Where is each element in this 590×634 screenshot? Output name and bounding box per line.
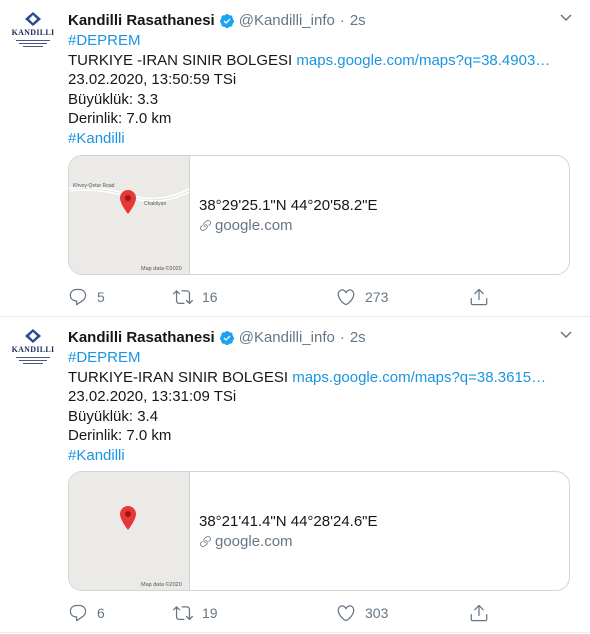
verified-badge-icon [219,330,234,345]
avatar-logo-subtext [16,355,50,366]
chevron-down-icon[interactable] [560,331,572,339]
quake-depth: Derinlik: 7.0 km [68,110,172,127]
like-count: 273 [365,289,389,305]
link-card[interactable]: Khvoy-Qotur Road Chaldiyan Map data ©202… [68,155,570,275]
map-thumbnail[interactable]: Map data ©2020 [69,472,190,590]
avatar-logo-subtext [16,38,50,49]
separator-dot: · [339,329,345,346]
hashtag-kandilli[interactable]: #Kandilli [68,447,125,464]
map-url-link[interactable]: maps.google.com/maps?q=38.3615… [292,369,546,386]
reply-icon [69,288,87,306]
map-pin-icon [120,190,136,214]
region-text: TURKIYE -IRAN SINIR BOLGESI [68,51,293,69]
link-card[interactable]: Map data ©2020 38°21'41.4"N 44°28'24.6"E… [68,471,570,591]
retweet-icon [173,290,193,305]
map-thumbnail[interactable]: Khvoy-Qotur Road Chaldiyan Map data ©202… [69,156,190,274]
hashtag-kandilli[interactable]: #Kandilli [68,130,125,147]
link-icon [200,535,211,547]
map-data-credit: Map data ©2020 [141,582,182,588]
quake-magnitude: Büyüklük: 3.3 [68,90,159,108]
author-handle[interactable]: @Kandilli_info [239,329,335,346]
card-domain-text: google.com [215,216,293,234]
avatar[interactable]: KANDILLI [11,12,55,64]
share-button[interactable] [469,287,498,307]
reply-count: 6 [97,605,105,621]
map-place-label: Chaldiyan [144,201,167,207]
quake-datetime: 23.02.2020, 13:31:09 TSi [68,388,237,405]
tweet-actions: 5 16 273 [68,287,508,307]
retweet-icon [173,606,193,621]
link-icon [200,219,211,231]
map-data-credit: Map data ©2020 [141,266,182,272]
reply-button[interactable]: 5 [68,287,105,307]
share-icon [470,288,488,306]
tweet-header: Kandilli Rasathanesi @Kandilli_info · 2s [68,327,572,348]
reply-count: 5 [97,289,105,305]
reply-button[interactable]: 6 [68,603,105,623]
like-icon [337,605,355,622]
author-name[interactable]: Kandilli Rasathanesi [68,12,215,29]
separator-dot: · [339,12,345,29]
author-handle[interactable]: @Kandilli_info [239,12,335,29]
map-roads [69,186,189,202]
tweet-header: Kandilli Rasathanesi @Kandilli_info · 2s [68,10,572,31]
verified-badge-icon [219,13,234,28]
reply-icon [69,604,87,622]
tweet-actions: 6 19 303 [68,603,508,623]
quake-depth: Derinlik: 7.0 km [68,427,172,444]
retweet-count: 19 [202,605,218,621]
avatar-logo-text: KANDILLI [11,28,55,37]
kandilli-logo-icon [25,329,41,343]
avatar-logo-text: KANDILLI [11,345,55,354]
retweet-count: 16 [202,289,218,305]
like-button[interactable]: 303 [336,603,388,623]
card-domain: google.com [199,217,378,234]
card-coordinates: 38°21'41.4"N 44°28'24.6"E [199,512,378,530]
retweet-button[interactable]: 16 [173,287,218,307]
kandilli-logo-icon [25,12,41,26]
quake-magnitude: Büyüklük: 3.4 [68,407,159,425]
map-url-link[interactable]: maps.google.com/maps?q=38.4903… [296,52,550,69]
tweet-1[interactable]: KANDILLI Kandilli Rasathanesi @Kandilli_… [0,0,590,317]
card-domain: google.com [199,533,378,550]
share-button[interactable] [469,603,498,623]
tweet-timestamp[interactable]: 2s [350,329,366,346]
like-icon [337,289,355,306]
author-name[interactable]: Kandilli Rasathanesi [68,329,215,346]
hashtag-deprem[interactable]: #DEPREM [68,349,141,366]
tweet-2[interactable]: KANDILLI Kandilli Rasathanesi @Kandilli_… [0,317,590,633]
card-coordinates: 38°29'25.1"N 44°20'58.2"E [199,196,378,214]
chevron-down-icon[interactable] [560,14,572,22]
tweet-timestamp[interactable]: 2s [350,12,366,29]
quake-datetime: 23.02.2020, 13:50:59 TSi [68,71,237,88]
map-road-label: Khvoy-Qotur Road [73,183,115,189]
region-text: TURKIYE-IRAN SINIR BOLGESI [68,368,289,386]
avatar[interactable]: KANDILLI [11,329,55,381]
share-icon [470,604,488,622]
like-button[interactable]: 273 [336,287,388,307]
like-count: 303 [365,605,389,621]
card-domain-text: google.com [215,532,293,550]
map-pin-icon [120,506,136,530]
hashtag-deprem[interactable]: #DEPREM [68,32,141,49]
retweet-button[interactable]: 19 [173,603,218,623]
